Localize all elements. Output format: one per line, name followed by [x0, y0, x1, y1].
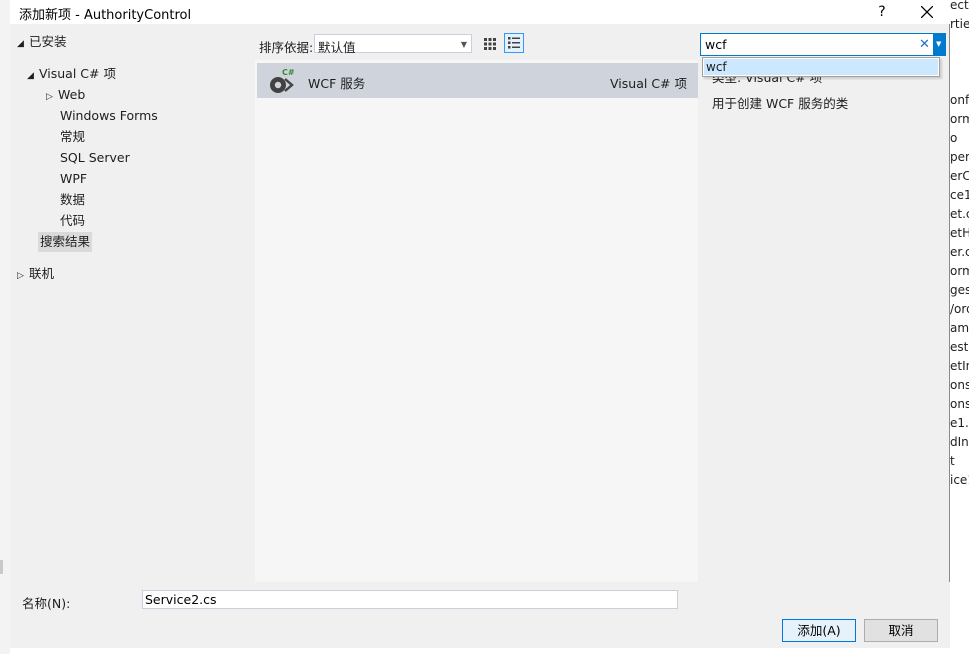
background-code-line: dInt — [950, 435, 969, 449]
help-button[interactable]: ? — [870, 0, 894, 24]
tree-node-sql-server[interactable]: SQL Server — [60, 148, 130, 168]
tree-node-code[interactable]: 代码 — [60, 211, 85, 231]
background-code-line: ce1 — [950, 188, 969, 202]
category-tree: ◢ 已安装 ◢ Visual C# 项 ▷ Web Windows Forms 常规 … — [10, 26, 255, 581]
detail-description: 用于创建 WCF 服务的类 — [712, 96, 849, 111]
background-code-line: etH — [950, 226, 969, 240]
tree-node-installed[interactable]: ◢ 已安装 — [17, 32, 67, 52]
background-code-line: t — [950, 454, 955, 468]
background-code-line: etIn — [950, 359, 969, 373]
search-box: ✕ ▼ — [700, 33, 946, 56]
tree-node-wpf[interactable]: WPF — [60, 169, 87, 189]
tree-node-label: 已安装 — [29, 34, 67, 49]
background-code-line: per — [950, 150, 969, 164]
add-new-item-dialog: 添加新项 - AuthorityControl ? ◢ 已安装 ◢ Visual C… — [10, 0, 950, 648]
details-panel: 类型: Visual C# 项 用于创建 WCF 服务的类 — [700, 57, 948, 582]
tree-node-label: Visual C# 项 — [39, 66, 116, 81]
search-suggestion-item[interactable]: wcf — [704, 59, 938, 75]
tree-node-label: 联机 — [29, 266, 55, 281]
list-item[interactable]: C# WCF 服务 Visual C# 项 — [257, 63, 698, 98]
add-button[interactable]: 添加(A) — [782, 619, 856, 642]
item-name: WCF 服务 — [308, 76, 366, 91]
name-label: 名称(N): — [22, 596, 71, 611]
tree-node-label: Web — [58, 87, 86, 102]
sort-label: 排序依据: — [259, 40, 314, 55]
list-view-icon — [508, 37, 520, 49]
item-type: Visual C# 项 — [610, 76, 687, 91]
template-list: C# WCF 服务 Visual C# 项 — [255, 60, 698, 582]
wcf-service-icon: C# — [270, 68, 295, 93]
background-code-line: orm — [950, 264, 969, 278]
bottom-bar: 名称(N): 添加(A) 取消 — [10, 582, 950, 648]
tree-node-web[interactable]: ▷ Web — [46, 85, 85, 105]
background-code-line: ecte — [950, 0, 969, 12]
background-code-line: am. — [950, 321, 969, 335]
background-code-line: /ord — [950, 302, 969, 316]
dialog-title: 添加新项 - AuthorityControl — [19, 8, 192, 23]
background-code-line: rtie — [950, 17, 969, 31]
list-view-button[interactable] — [504, 33, 524, 53]
background-code-line: o — [950, 131, 958, 145]
collapsed-triangle-icon: ▷ — [17, 271, 24, 281]
grid-view-icon — [484, 38, 496, 50]
tree-node-visual-csharp[interactable]: ◢ Visual C# 项 — [27, 64, 116, 84]
background-code-line: estC — [950, 340, 969, 354]
background-code-line: ice1 — [950, 473, 969, 487]
background-code-line: orm — [950, 112, 969, 126]
search-input[interactable] — [705, 36, 905, 53]
svg-text:C#: C# — [282, 68, 295, 77]
tree-node-online[interactable]: ▷ 联机 — [17, 264, 54, 284]
expanded-triangle-icon: ◢ — [17, 39, 24, 49]
background-code-line: e1.c — [950, 416, 969, 430]
tree-node-windows-forms[interactable]: Windows Forms — [60, 106, 158, 126]
collapsed-triangle-icon: ▷ — [46, 92, 53, 102]
background-code-line: et.c — [950, 207, 969, 221]
tree-node-general[interactable]: 常规 — [60, 127, 85, 147]
background-marker — [0, 560, 3, 574]
sort-select[interactable]: 默认值 ▼ — [314, 34, 472, 55]
title-bar: 添加新项 - AuthorityControl ? — [10, 0, 950, 24]
expanded-triangle-icon: ◢ — [27, 71, 34, 81]
tree-node-search-results[interactable]: 搜索结果 — [38, 232, 93, 252]
sort-value: 默认值 — [318, 40, 356, 55]
background-editor-strip: ecte rtie onfi orm o per erC ce1 et.c etH er.cs orm… — [950, 0, 969, 654]
background-code-line: erC — [950, 169, 969, 183]
clear-search-icon[interactable]: ✕ — [919, 37, 930, 52]
background-code-line: onse — [950, 378, 969, 392]
cancel-button[interactable]: 取消 — [864, 619, 938, 642]
background-code-line: ges — [950, 283, 969, 297]
background-left-edge — [0, 0, 10, 654]
search-history-dropdown[interactable]: ▼ — [933, 33, 946, 56]
close-button[interactable] — [915, 0, 939, 24]
tree-node-data[interactable]: 数据 — [60, 190, 85, 210]
background-code-line: onse — [950, 397, 969, 411]
close-icon — [921, 6, 933, 18]
chevron-down-icon: ▼ — [936, 40, 942, 48]
chevron-down-icon: ▼ — [460, 40, 467, 49]
background-code-line: er.cs — [950, 245, 969, 259]
grid-view-button[interactable] — [480, 34, 500, 54]
background-code-line: onfi — [950, 93, 969, 107]
search-suggestion-list: wcf — [702, 57, 940, 77]
name-input[interactable] — [142, 590, 678, 609]
